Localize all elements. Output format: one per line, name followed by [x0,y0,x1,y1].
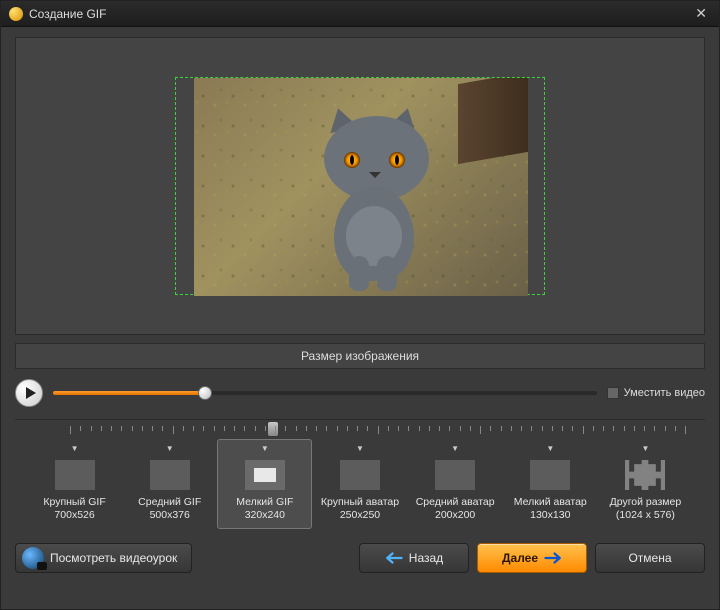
caret-down-icon: ▼ [30,444,119,454]
preset-label: Мелкий GIF [220,496,309,509]
preset-2[interactable]: ▼ Мелкий GIF320x240 [217,439,312,529]
preset-label: Мелкий аватар [506,496,595,509]
zoom-row: Уместить видео [15,379,705,407]
crop-selection[interactable] [175,77,545,295]
zoom-slider[interactable] [53,384,597,402]
preset-dims: (1024 x 576) [601,509,690,522]
preset-swatch [245,460,285,490]
preset-swatch [530,460,570,490]
zoom-slider-fill [53,391,205,395]
next-button[interactable]: Далее [477,543,587,573]
next-label: Далее [502,551,538,565]
caret-down-icon: ▼ [411,444,500,454]
app-icon [9,7,23,21]
preset-label: Крупный GIF [30,496,119,509]
window-title: Создание GIF [29,7,691,21]
arrow-right-icon [544,551,562,565]
fit-video-option[interactable]: Уместить видео [607,387,705,399]
preset-swatch [340,460,380,490]
image-size-label: Размер изображения [15,343,705,369]
size-ruler-row [15,419,705,435]
preset-3[interactable]: ▼ Крупный аватар250x250 [312,439,407,529]
preset-dims: 500x376 [125,509,214,522]
preset-swatch [150,460,190,490]
preset-dims: 250x250 [315,509,404,522]
preset-swatch [435,460,475,490]
size-ruler-thumb[interactable] [268,422,278,436]
preset-label: Средний аватар [411,496,500,509]
watch-tutorial-button[interactable]: Посмотреть видеоурок [15,543,192,573]
camera-icon [22,547,44,569]
footer-bar: Посмотреть видеоурок Назад Далее Отмена [15,543,705,573]
custom-size-icon [625,460,665,490]
caret-down-icon: ▼ [220,444,309,454]
fit-video-label: Уместить видео [624,387,705,399]
arrow-left-icon [385,551,403,565]
preview-panel [15,37,705,335]
titlebar: Создание GIF ✕ [1,1,719,27]
play-button[interactable] [15,379,43,407]
gif-create-window: Создание GIF ✕ [0,0,720,610]
caret-down-icon: ▼ [506,444,595,454]
preset-1[interactable]: ▼ Средний GIF500x376 [122,439,217,529]
preset-dims: 320x240 [220,509,309,522]
caret-down-icon: ▼ [315,444,404,454]
zoom-slider-thumb[interactable] [198,386,212,400]
size-ruler[interactable] [70,426,685,436]
content-area: Размер изображения Уместить видео ▼ Крупн… [1,27,719,609]
watch-tutorial-label: Посмотреть видеоурок [50,551,177,565]
back-label: Назад [409,551,443,565]
preset-label: Средний GIF [125,496,214,509]
preset-dims: 130x130 [506,509,595,522]
preset-5[interactable]: ▼ Мелкий аватар130x130 [503,439,598,529]
preset-0[interactable]: ▼ Крупный GIF700x526 [27,439,122,529]
close-icon[interactable]: ✕ [691,5,711,22]
preset-label: Другой размер [601,496,690,509]
preset-4[interactable]: ▼ Средний аватар200x200 [408,439,503,529]
cancel-button[interactable]: Отмена [595,543,705,573]
caret-down-icon: ▼ [125,444,214,454]
preset-label: Крупный аватар [315,496,404,509]
preview-image [194,78,528,296]
fit-video-checkbox[interactable] [607,387,619,399]
preset-dims: 700x526 [30,509,119,522]
preset-dims: 200x200 [411,509,500,522]
preset-swatch [55,460,95,490]
size-presets: ▼ Крупный GIF700x526 ▼ Средний GIF500x376 ▼ М… [15,439,705,529]
cat-illustration [299,106,449,286]
preset-6[interactable]: ▼ Другой размер(1024 x 576) [598,439,693,529]
caret-down-icon: ▼ [601,444,690,454]
cancel-label: Отмена [628,551,671,565]
back-button[interactable]: Назад [359,543,469,573]
